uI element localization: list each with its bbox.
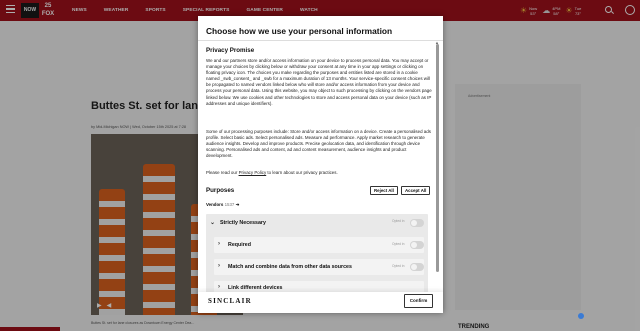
chevron-right-icon: ›	[218, 284, 220, 290]
privacy-paragraph-3: Please read our Privacy Policy to learn …	[206, 170, 432, 176]
purposes-title: Purposes	[206, 187, 235, 194]
chevron-right-icon: ›	[218, 263, 220, 269]
required-toggle[interactable]	[410, 241, 424, 249]
purpose-label: Required	[228, 242, 251, 248]
opted-in-label: Opted in	[392, 219, 405, 223]
privacy-paragraph-1: We and our partners store and/or access …	[206, 58, 432, 106]
opted-in-label: Opted in	[392, 264, 405, 268]
vendors-count: 1537	[224, 202, 235, 207]
modal-title: Choose how we use your personal informat…	[206, 26, 393, 36]
chevron-right-icon: ›	[218, 241, 220, 247]
scrollbar[interactable]	[436, 44, 439, 272]
para3-after: to learn about our privacy practices.	[266, 170, 338, 175]
confirm-button[interactable]: Confirm	[404, 294, 433, 308]
sinclair-logo: SINCLAIR	[208, 297, 252, 305]
purpose-label: Link different devices	[228, 285, 283, 291]
privacy-promise-title: Privacy Promise	[206, 47, 255, 54]
match-combine-toggle[interactable]	[410, 263, 424, 271]
privacy-paragraph-2: Some of our processing purposes include:…	[206, 129, 431, 159]
para3-before: Please read our	[206, 170, 239, 175]
privacy-policy-link[interactable]: Privacy Policy	[239, 170, 267, 175]
purpose-label: Match and combine data from other data s…	[228, 264, 352, 270]
chevron-down-icon[interactable]: ⌄	[210, 219, 215, 226]
privacy-icon[interactable]	[578, 313, 584, 319]
arrow-right-icon: ➜	[235, 202, 240, 207]
strictly-necessary-toggle[interactable]	[410, 219, 424, 227]
purpose-label[interactable]: Strictly Necessary	[220, 220, 266, 226]
opted-in-label: Opted in	[392, 242, 405, 246]
vendors-link[interactable]: Vendors 1537 ➜	[206, 202, 239, 208]
purpose-row-required[interactable]: › Required Opted in	[214, 237, 424, 253]
accept-all-button[interactable]: Accept All	[401, 186, 431, 195]
reject-all-button[interactable]: Reject All	[370, 186, 398, 195]
vendors-label: Vendors	[206, 202, 224, 207]
purpose-row-match-combine[interactable]: › Match and combine data from other data…	[214, 259, 424, 275]
